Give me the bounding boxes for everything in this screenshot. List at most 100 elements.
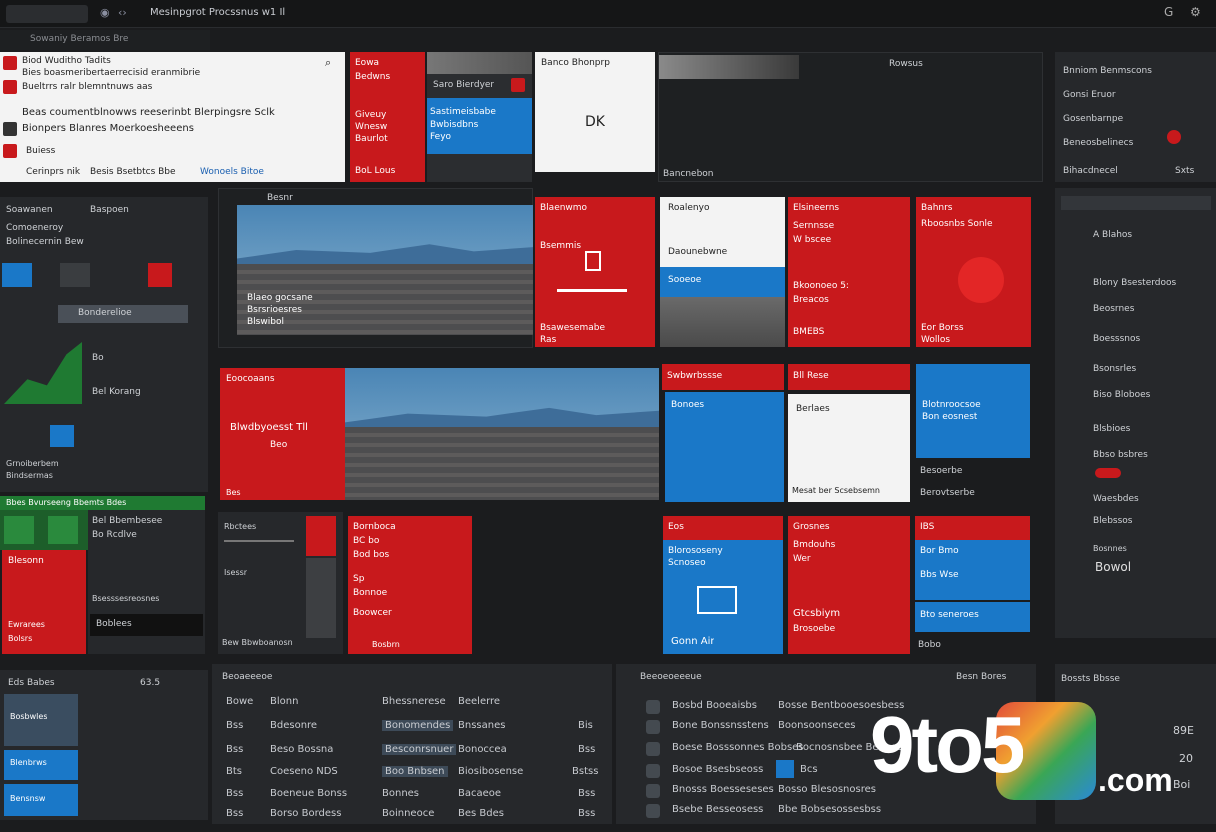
- app-tile-icon[interactable]: [50, 425, 74, 447]
- tile-blue-row4-2[interactable]: Bor Bmo Bbs Wse: [915, 540, 1030, 600]
- tile-label: Blaenwmo: [540, 203, 588, 213]
- tile-blue-row4[interactable]: Blorososeny Scnoseo Gonn Air: [663, 540, 783, 654]
- bottom-tile[interactable]: Bensnsw: [4, 784, 78, 816]
- tile-red-mid-1[interactable]: Blaenwmo Bsemmis Bsawesemabe Ras: [535, 197, 655, 347]
- tile-line: Sp: [353, 574, 365, 584]
- table-cell: Borso Bordess: [270, 808, 342, 819]
- tile-label: IBS: [920, 522, 935, 532]
- tile-red-row4-1[interactable]: Bornboca BC bo Bod bos Sp Bonnoe Boowcer…: [348, 516, 472, 654]
- panel-strip: Bonderelioe: [58, 305, 188, 323]
- tile-red-mid-2[interactable]: Elsineerns Sernnsse W bscee Bkoonoeo 5: …: [788, 197, 910, 347]
- sidebar-item[interactable]: A Blahos: [1093, 230, 1132, 240]
- tile-label: Bornboca: [353, 522, 396, 532]
- tile-dark-row4[interactable]: Rbctees Isessr Bew Bbwboanosn: [218, 512, 343, 654]
- google-icon[interactable]: G: [1164, 5, 1173, 19]
- table-cell: Bss: [226, 720, 244, 731]
- tile-red-row4-2[interactable]: Grosnes Bmdouhs Wer Gtcsbiym Brosoebe: [788, 516, 910, 654]
- tile-red-top[interactable]: Eowa Bedwns Giveuy Wnesw Baurlot BoL Lou…: [350, 52, 425, 182]
- table-cell: Boinneoce: [382, 808, 435, 819]
- app-tile-icon[interactable]: [4, 516, 34, 544]
- right-sidebar: A Blahos Blony Bsesterdoos Beosrnes Boes…: [1055, 188, 1216, 638]
- table-cell: Bosoe Bsesbseoss: [672, 764, 764, 775]
- tile-label: Berlaes: [796, 404, 830, 414]
- table-cell: Bss: [578, 788, 596, 799]
- sidebar-item[interactable]: Blebssos: [1093, 516, 1133, 526]
- tile-line: Bonnoe: [353, 588, 388, 598]
- back-icon[interactable]: ◉: [100, 6, 110, 19]
- app-tile-icon[interactable]: [2, 263, 32, 287]
- top-left-toolbar: Sowaniy Beramos Bre: [0, 30, 210, 50]
- table-cell: Bnosss Boesseseses: [672, 784, 774, 795]
- sidebar-item[interactable]: Blony Bsesterdoos: [1093, 278, 1176, 288]
- watermark-text: 9to5: [870, 700, 1023, 789]
- tile-sub-2: Wer: [793, 554, 811, 564]
- table-cell: Bosbd Booeaisbs: [672, 700, 757, 711]
- tile-label: Eos: [668, 522, 684, 532]
- bottom-tile[interactable]: Blenbrws: [4, 750, 78, 780]
- sidebar-item[interactable]: Beosrnes: [1093, 304, 1134, 314]
- tile-slider[interactable]: [224, 540, 294, 542]
- sidebar-item[interactable]: Gosenbarnpe: [1063, 114, 1123, 124]
- tile-red-header-2[interactable]: Bll Rese: [788, 364, 910, 390]
- tile-dark-top[interactable]: Rowsus Bancnebon: [658, 52, 1043, 182]
- tile-foot-2: Bobo: [918, 640, 941, 650]
- browser-tab[interactable]: [6, 5, 88, 23]
- table-cell: Coeseno NDS: [270, 766, 338, 777]
- settings-icon[interactable]: ⚙: [1190, 5, 1201, 19]
- tile-blue-row3[interactable]: Blotnroocsoe Bon eosnest: [916, 364, 1030, 458]
- tile-sub: Sastimeisbabe Bwbisdbns: [430, 107, 496, 130]
- tile-red-large[interactable]: Eoocoaans Blwdbyoesst Tll Beo Bes: [220, 368, 345, 500]
- tile-red-mid-3[interactable]: Bahnrs Rboosnbs Sonle Eor Borss Wollos: [916, 197, 1031, 347]
- video-panel[interactable]: Besnr Blaeo gocsane Bsrsrioesres Blswibo…: [218, 188, 533, 348]
- tile-label: Saro Bierdyer: [433, 80, 495, 90]
- sidebar-item[interactable]: Bsonsrles: [1093, 364, 1136, 374]
- panel-strip-label: Bonderelioe: [78, 308, 132, 318]
- tile-red-row4-header-2[interactable]: IBS: [915, 516, 1030, 540]
- tile-red-header[interactable]: Swbwrbssse: [662, 364, 784, 390]
- sidebar-item[interactable]: Waesbdes: [1093, 494, 1139, 504]
- panel-value: 89E: [1173, 724, 1194, 737]
- tile-white-mid[interactable]: Roalenyo Daounebwne Sooeoe: [660, 197, 785, 347]
- tile-input[interactable]: Boblees: [90, 614, 203, 636]
- sidebar-item[interactable]: Beneosbelinecs: [1063, 138, 1133, 148]
- notification-icon[interactable]: [1167, 130, 1181, 144]
- tile-sub: Bsemmis: [540, 241, 582, 251]
- tile-label: Eowa: [355, 58, 380, 68]
- sidebar-item[interactable]: Blsbioes: [1093, 424, 1130, 434]
- sidebar-item[interactable]: Bihacdnecel: [1063, 166, 1118, 176]
- video-title: Besnr: [267, 193, 293, 203]
- app-tile-icon[interactable]: [48, 516, 78, 544]
- tile-foot: BMEBS: [793, 327, 825, 337]
- app-tile-icon[interactable]: [148, 263, 172, 287]
- sidebar-item[interactable]: Boesssnos: [1093, 334, 1140, 344]
- tile-white-top[interactable]: Banco Bhonprp DK: [535, 52, 655, 172]
- table-header: Beoaeeeoe: [222, 672, 273, 682]
- tile-red-left-bottom[interactable]: Blesonn Ewrarees Bolsrs: [2, 550, 86, 654]
- sidebar-item[interactable]: Biso Bloboes: [1093, 390, 1150, 400]
- tile-blue-mid[interactable]: Bonoes: [665, 392, 784, 502]
- tile-sub: Rboosnbs Sonle: [921, 219, 993, 229]
- notification-line: Besis Bsetbtcs Bbe: [90, 167, 176, 177]
- tile-label: Eoocoaans: [226, 374, 275, 384]
- sidebar-extra: Sxts: [1175, 166, 1195, 176]
- video-frame-2[interactable]: [345, 368, 659, 500]
- tile-white-row3[interactable]: Berlaes Mesat ber Scsebsemn: [788, 394, 910, 502]
- tile-foot: Gonn Air: [671, 636, 715, 647]
- status-pill: [1095, 468, 1121, 478]
- menu-icon[interactable]: ‹›: [118, 6, 127, 19]
- tile-photo-blue[interactable]: Saro Bierdyer Sastimeisbabe Bwbisdbns Fe…: [427, 52, 532, 182]
- table-column-header: Beelerre: [458, 696, 501, 707]
- sidebar-item[interactable]: Bbso bsbres: [1093, 450, 1148, 460]
- window-title: Mesinpgrot Procssnus w1 Il: [150, 7, 286, 18]
- panel-sub: Bo: [92, 353, 104, 363]
- bottom-tile[interactable]: Bosbwles: [4, 694, 78, 746]
- tile-dark-left-bottom[interactable]: Bsesssesreosnes Boblees: [88, 550, 205, 654]
- search-icon[interactable]: ⌕: [325, 56, 331, 70]
- tile-blue-row4-3[interactable]: Bto seneroes: [915, 602, 1030, 632]
- sidebar-item[interactable]: Gonsi Eruor: [1063, 90, 1116, 100]
- bottom-table: Beoaeeeoe Bowe Blonn Bhessnerese Beelerr…: [212, 664, 612, 824]
- bottom-tile-label: Bosbwles: [10, 712, 48, 721]
- tile-red-row4-header[interactable]: Eos: [663, 516, 783, 540]
- app-tile-icon[interactable]: [60, 263, 90, 287]
- sidebar-item[interactable]: Bosnnes: [1093, 544, 1127, 553]
